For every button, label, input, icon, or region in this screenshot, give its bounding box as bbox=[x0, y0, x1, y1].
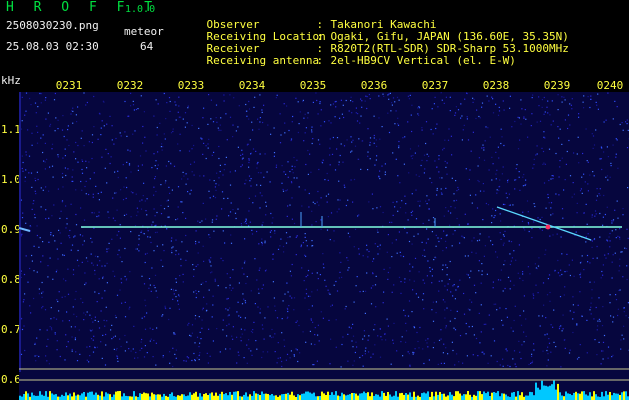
time-tick: 0238 bbox=[482, 79, 510, 92]
time-tick: 0232 bbox=[116, 79, 144, 92]
frequency-tick: 0.7 bbox=[1, 323, 21, 336]
time-tick: 0234 bbox=[238, 79, 266, 92]
meteor-label: meteor bbox=[124, 25, 164, 38]
spectrogram bbox=[19, 92, 629, 400]
time-tick: 0240 bbox=[596, 79, 624, 92]
time-tick: 0239 bbox=[543, 79, 571, 92]
frequency-tick: 1.1 bbox=[1, 123, 21, 136]
spectrogram-background bbox=[19, 92, 629, 400]
meteor-count: 64 bbox=[140, 40, 154, 53]
timestamp: 25.08.03 02:30 bbox=[6, 40, 99, 53]
antenna-row: Receiving antenna: 2el-HB9CV Vertical (el… bbox=[206, 54, 516, 67]
time-tick: 0233 bbox=[177, 79, 205, 92]
app-version: 1.0.0 bbox=[125, 4, 156, 15]
time-tick: 0231 bbox=[55, 79, 83, 92]
left-edge-strip bbox=[19, 92, 21, 372]
time-tick: 0235 bbox=[299, 79, 327, 92]
antenna-value: 2el-HB9CV Vertical (el. E-W) bbox=[330, 54, 516, 67]
meteor-head bbox=[545, 224, 551, 230]
frequency-tick: 1.0 bbox=[1, 173, 21, 186]
antenna-label: Receiving antenna bbox=[206, 54, 320, 67]
header-panel: H R O F F T 1.0.0 2508030230.png 25.08.0… bbox=[0, 0, 629, 72]
time-tick: 0236 bbox=[360, 79, 388, 92]
frequency-tick: 0.9 bbox=[1, 223, 21, 236]
unit-label: kHz bbox=[1, 74, 21, 87]
file-name: 2508030230.png bbox=[6, 19, 99, 32]
frequency-tick: 0.8 bbox=[1, 273, 21, 286]
time-tick: 0237 bbox=[421, 79, 449, 92]
frequency-tick: 0.6 bbox=[1, 373, 21, 386]
